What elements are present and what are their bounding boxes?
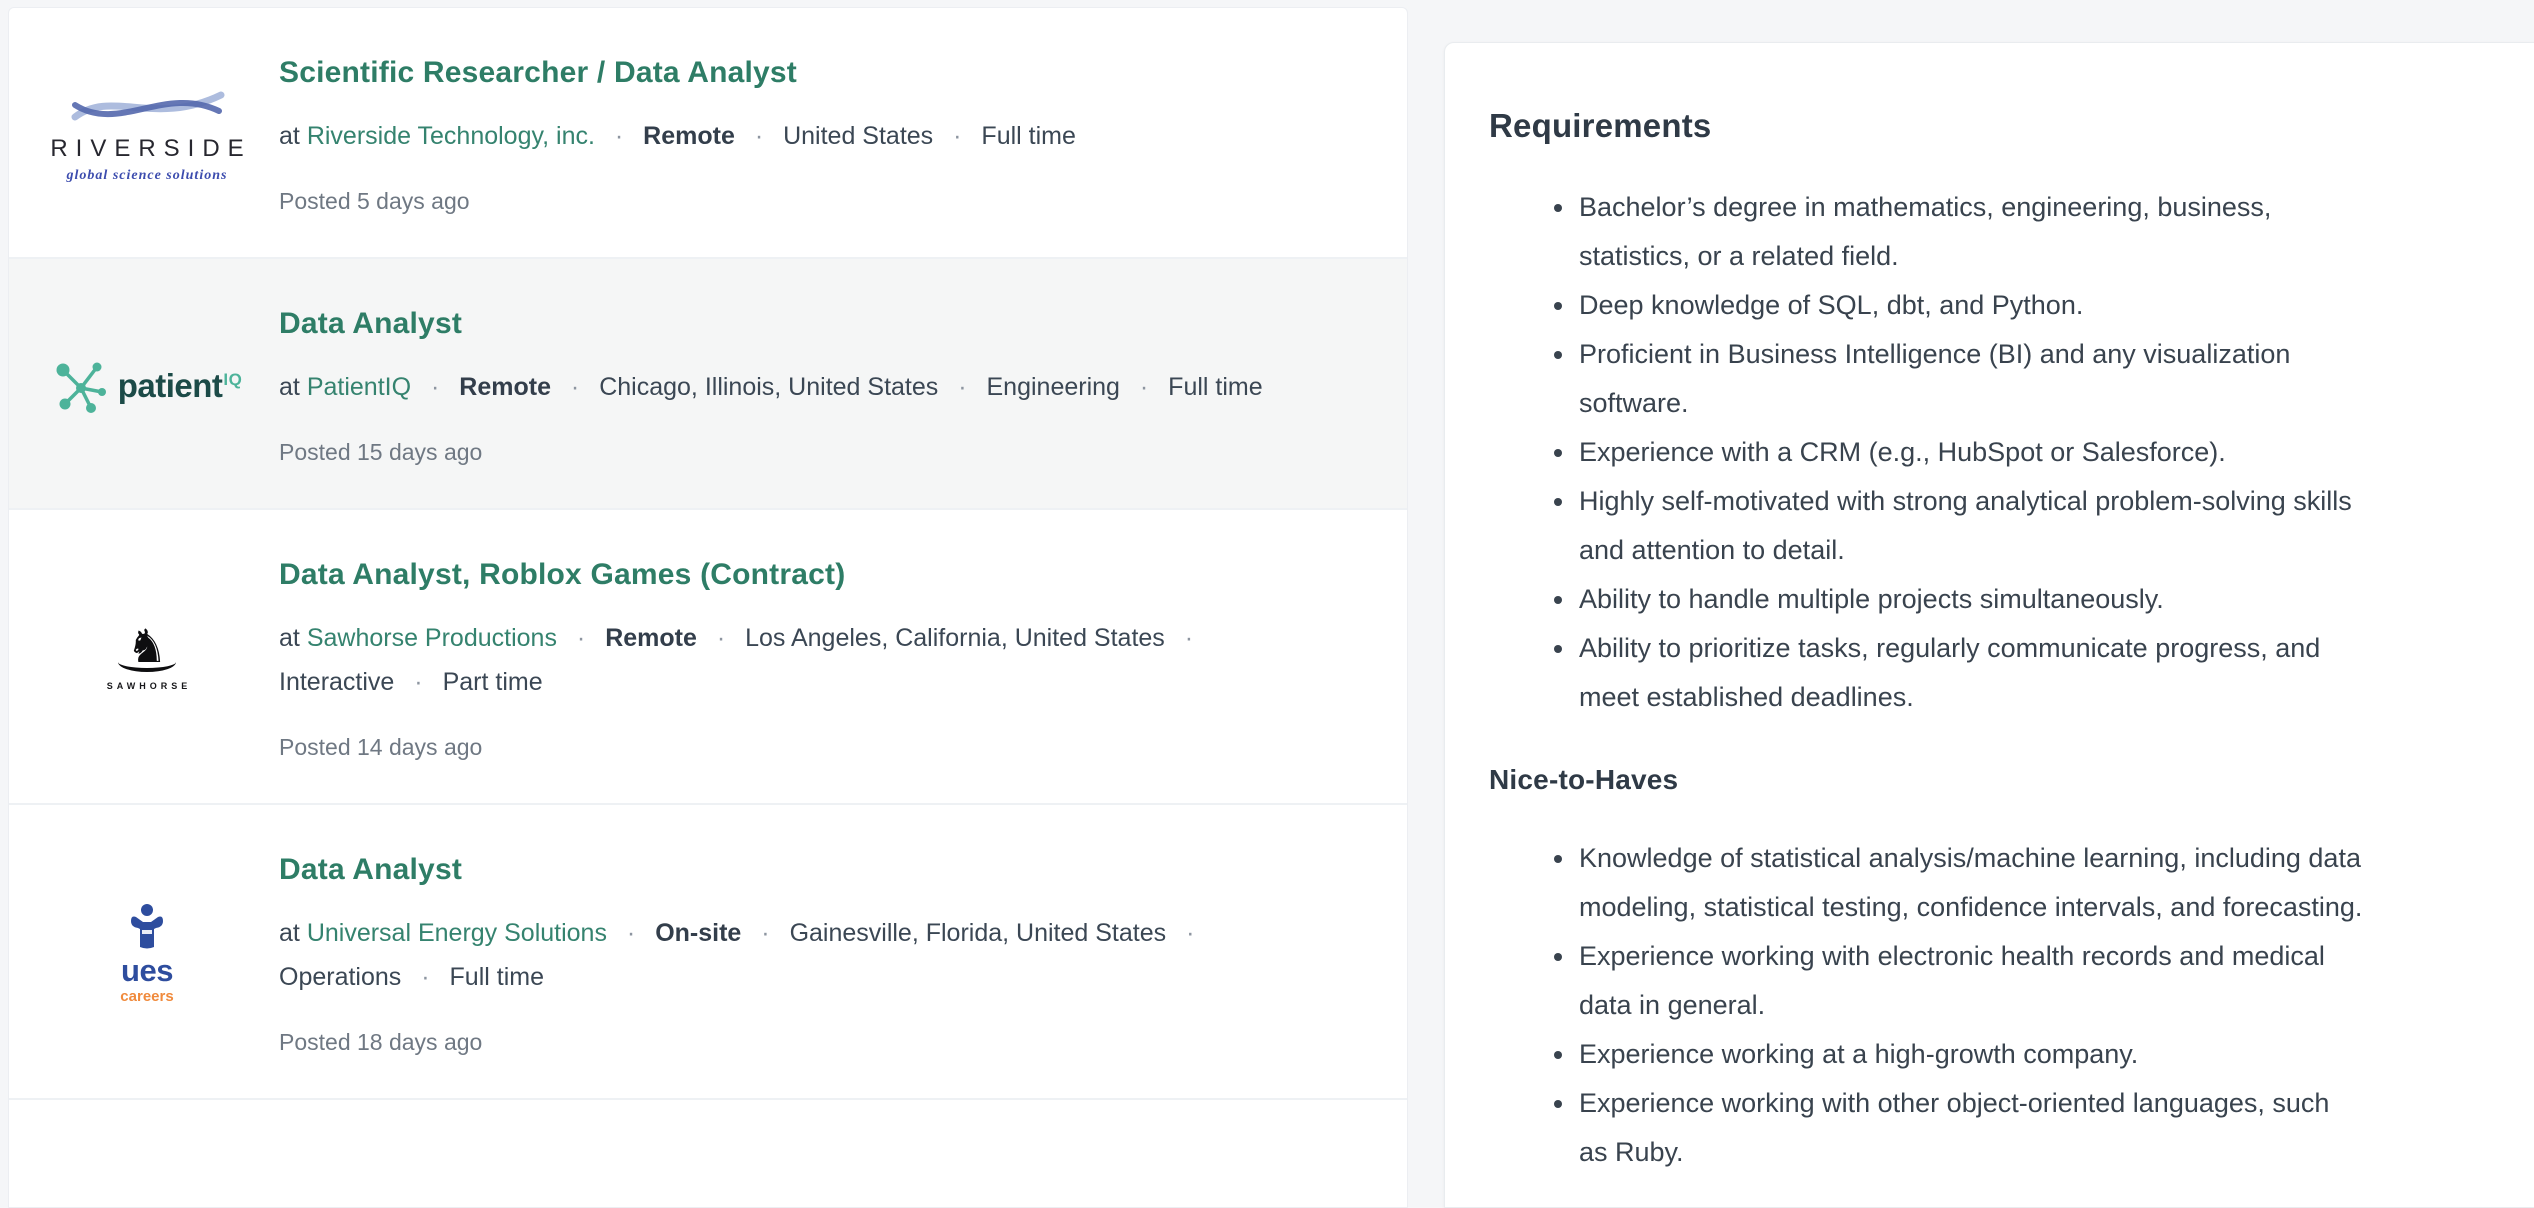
person-icon [125, 903, 169, 949]
separator-dot: · [717, 624, 725, 652]
separator-dot: · [627, 919, 635, 947]
requirement-item: Ability to handle multiple projects simu… [1577, 575, 2369, 624]
riverside-logo: RIVERSIDE global science solutions [49, 87, 245, 183]
riverside-wordmark: RIVERSIDE [50, 137, 251, 161]
at-label: at [279, 122, 300, 150]
job-summary: Data Analyst, Roblox Games (Contract) at… [279, 556, 1367, 761]
separator-dot: · [958, 373, 966, 401]
job-commitment: Full time [981, 122, 1075, 150]
job-card-next[interactable] [9, 1098, 1407, 1158]
job-title-link[interactable]: Data Analyst [279, 305, 462, 343]
separator-dot: · [755, 122, 763, 150]
job-department: Operations [279, 963, 401, 991]
job-commitment: Part time [443, 668, 543, 696]
job-summary: Scientific Researcher / Data Analyst at … [279, 54, 1367, 215]
job-department: Interactive [279, 668, 394, 696]
separator-dot: · [615, 122, 623, 150]
separator-dot: · [1140, 373, 1148, 401]
job-commitment: Full time [1168, 373, 1262, 401]
separator-dot: · [577, 624, 585, 652]
requirements-heading: Requirements [1489, 107, 2511, 145]
nice-to-have-item: Experience working with electronic healt… [1577, 932, 2369, 1030]
requirement-item: Highly self-motivated with strong analyt… [1577, 477, 2369, 575]
company-link[interactable]: Sawhorse Productions [307, 624, 557, 652]
separator-dot: · [414, 668, 422, 696]
posted-date: Posted 5 days ago [279, 188, 1367, 215]
requirement-item: Deep knowledge of SQL, dbt, and Python. [1577, 281, 2369, 330]
requirement-item: Proficient in Business Intelligence (BI)… [1577, 330, 2369, 428]
separator-dot: · [431, 373, 439, 401]
company-link[interactable]: Riverside Technology, inc. [307, 122, 595, 150]
sawhorse-logo: ♞ SAWHORSE [49, 626, 245, 691]
job-location: United States [783, 122, 933, 150]
workplace-type: Remote [459, 373, 551, 401]
job-meta: at PatientIQ · Remote · Chicago, Illinoi… [279, 365, 1367, 409]
job-card-sawhorse[interactable]: ♞ SAWHORSE Data Analyst, Roblox Games (C… [9, 508, 1407, 803]
job-title-link[interactable]: Scientific Researcher / Data Analyst [279, 54, 797, 92]
job-summary: Data Analyst at PatientIQ · Remote · Chi… [279, 305, 1367, 466]
at-label: at [279, 624, 300, 652]
nice-to-have-item: Experience working at a high-growth comp… [1577, 1030, 2369, 1079]
nice-to-have-item: Knowledge of statistical analysis/machin… [1577, 834, 2369, 932]
job-meta: at Riverside Technology, inc. · Remote ·… [279, 114, 1367, 158]
separator-dot: · [571, 373, 579, 401]
workplace-type: Remote [605, 624, 697, 652]
nice-to-haves-heading: Nice-to-Haves [1489, 764, 2511, 796]
job-location: Chicago, Illinois, United States [599, 373, 938, 401]
job-meta: at Universal Energy Solutions · On-site … [279, 911, 1214, 999]
at-label: at [279, 373, 300, 401]
workplace-type: Remote [643, 122, 735, 150]
job-card-ues[interactable]: ues careers Data Analyst at Universal En… [9, 803, 1407, 1098]
job-title-link[interactable]: Data Analyst [279, 851, 462, 889]
requirements-list: Bachelor’s degree in mathematics, engine… [1489, 183, 2369, 722]
company-link[interactable]: PatientIQ [307, 373, 411, 401]
requirement-item: Experience with a CRM (e.g., HubSpot or … [1577, 428, 2369, 477]
job-details-panel[interactable]: Requirements Bachelor’s degree in mathem… [1444, 42, 2534, 1208]
patientiq-iq-mark: IQ [223, 370, 242, 389]
posted-date: Posted 14 days ago [279, 734, 1367, 761]
ues-careers-label: careers [120, 989, 173, 1004]
separator-dot: · [1186, 919, 1194, 947]
job-list-panel: RIVERSIDE global science solutions Scien… [8, 7, 1408, 1208]
job-summary: Data Analyst at Universal Energy Solutio… [279, 851, 1367, 1056]
nice-to-have-item: Experience working with other object-ori… [1577, 1079, 2337, 1177]
separator-dot: · [761, 919, 769, 947]
job-location: Gainesville, Florida, United States [790, 919, 1167, 947]
patientiq-wordmark: patient [118, 367, 223, 404]
posted-date: Posted 18 days ago [279, 1029, 1367, 1056]
posted-date: Posted 15 days ago [279, 439, 1367, 466]
separator-dot: · [421, 963, 429, 991]
ues-wordmark: ues [120, 955, 173, 986]
requirement-item: Bachelor’s degree in mathematics, engine… [1577, 183, 2369, 281]
separator-dot: · [1185, 624, 1193, 652]
sawhorse-wordmark: SAWHORSE [107, 682, 192, 691]
job-department: Engineering [987, 373, 1120, 401]
nice-to-haves-list: Knowledge of statistical analysis/machin… [1489, 834, 2369, 1177]
job-card-riverside[interactable]: RIVERSIDE global science solutions Scien… [9, 8, 1407, 257]
rocking-horse-icon: ♞ [107, 626, 188, 666]
job-location: Los Angeles, California, United States [745, 624, 1165, 652]
requirement-item: Ability to prioritize tasks, regularly c… [1577, 624, 2369, 722]
ues-logo: ues careers [49, 903, 245, 1004]
network-molecule-icon [52, 357, 110, 415]
separator-dot: · [953, 122, 961, 150]
river-waves-icon [67, 87, 227, 131]
job-title-link[interactable]: Data Analyst, Roblox Games (Contract) [279, 556, 845, 594]
workplace-type: On-site [655, 919, 741, 947]
at-label: at [279, 919, 300, 947]
patientiq-logo: patientIQ [49, 357, 245, 415]
riverside-tagline: global science solutions [50, 169, 243, 183]
job-card-patientiq[interactable]: patientIQ Data Analyst at PatientIQ · Re… [9, 257, 1407, 508]
company-link[interactable]: Universal Energy Solutions [307, 919, 607, 947]
job-meta: at Sawhorse Productions · Remote · Los A… [279, 616, 1214, 704]
job-commitment: Full time [450, 963, 544, 991]
